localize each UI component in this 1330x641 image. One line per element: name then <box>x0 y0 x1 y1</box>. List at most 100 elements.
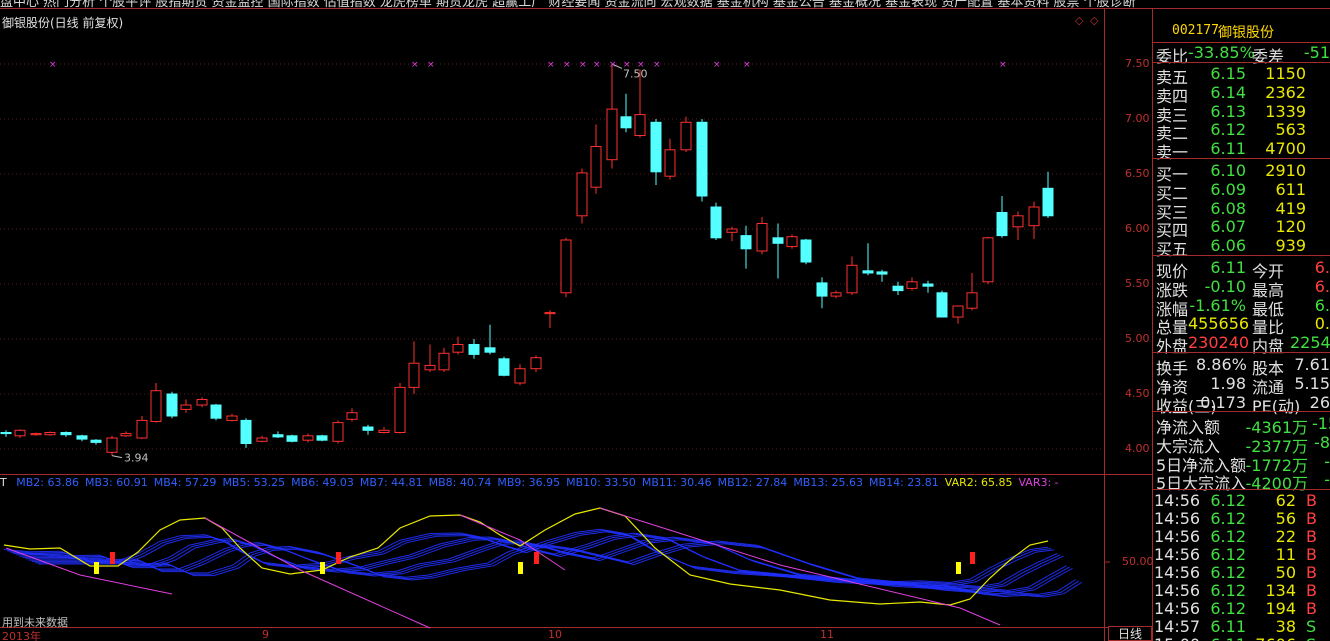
tick-row[interactable]: 14:56 6.12 194 B <box>1152 599 1330 618</box>
candle-down <box>800 239 812 263</box>
stock-name: 御银股份 <box>1218 25 1274 41</box>
fund-row: 收益(三) 0.173 PE(动) 26 <box>1152 392 1330 416</box>
tick-row[interactable]: 14:56 6.12 22 B <box>1152 527 1330 546</box>
candle-down <box>620 116 632 129</box>
stock-code: 002177 <box>1172 23 1219 38</box>
candle-up <box>44 432 56 436</box>
tick-price: 6.12 <box>1210 563 1246 582</box>
tick-row[interactable]: 14:56 6.12 62 B <box>1152 491 1330 510</box>
buy-level-row: 买三 6.08 419 <box>1152 199 1330 222</box>
mb-band-line <box>7 529 1052 585</box>
candle-down <box>650 121 662 173</box>
buy-signal-bar <box>94 562 99 574</box>
tick-volume: 50 <box>1275 563 1296 582</box>
low-mark-line <box>111 455 123 459</box>
candle-up <box>664 149 676 177</box>
sell-level-price: 6.13 <box>1210 101 1246 121</box>
tick-row[interactable]: 14:56 6.12 50 B <box>1152 563 1330 582</box>
candle-up <box>150 390 162 423</box>
tick-side: S <box>1306 635 1316 641</box>
candle-down <box>740 235 752 250</box>
stat-value: 6.11 <box>1210 258 1246 277</box>
indicator-value: MB5: 53.25 <box>222 476 286 489</box>
buy-level-row: 买五 6.06 939 <box>1152 236 1330 259</box>
candle-up <box>756 223 768 252</box>
candlestick-chart[interactable]: 7.50 3.94 × × × × × × × × × × × × × × <box>0 0 1152 641</box>
indicator-value: MB8: 40.74 <box>428 476 492 489</box>
stat-value-2: 2254 <box>1290 333 1330 353</box>
tick-price: 6.12 <box>1210 545 1246 564</box>
candle-up <box>14 429 26 437</box>
candle-up <box>846 264 858 294</box>
tick-row[interactable]: 15:00 6.11 7606 S <box>1152 635 1330 641</box>
price-tick-label: 5.00 <box>1125 332 1150 345</box>
date-tick-label: 2013年 <box>2 630 41 641</box>
tick-side: B <box>1306 527 1317 546</box>
candle-down <box>922 283 934 287</box>
price-tick-label: 7.50 <box>1125 57 1150 70</box>
candle-down <box>468 344 480 355</box>
tick-price: 6.12 <box>1210 599 1246 618</box>
candle-up <box>120 433 132 437</box>
indicator-value: VAR2: 65.85 <box>944 476 1013 489</box>
candle-down <box>498 358 510 376</box>
buy-level-row: 买四 6.07 120 <box>1152 217 1330 240</box>
indicator-prefix: T <box>0 476 7 489</box>
tick-side: B <box>1306 563 1317 582</box>
tick-price: 6.12 <box>1210 527 1246 546</box>
stat-row: 现价 6.11 今开 6. <box>1152 258 1330 281</box>
indicator-value: MB13: 25.63 <box>793 476 864 489</box>
candle-down <box>772 237 784 244</box>
indicator-value: MB10: 33.50 <box>566 476 636 489</box>
indicator-value: MB12: 27.84 <box>717 476 788 489</box>
tick-volume: 7606 <box>1250 635 1296 641</box>
sell-level-price: 6.14 <box>1210 82 1246 102</box>
tick-time: 14:56 <box>1154 509 1201 528</box>
stat-row: 总量 455656 量比 0. <box>1152 314 1330 337</box>
candle-down <box>710 206 722 239</box>
stat-label: 外盘 <box>1156 337 1189 357</box>
sep-buys <box>1152 255 1330 256</box>
flow-extra: -15 <box>1312 414 1330 433</box>
flow-row: 5日净流入额 -1772万 - <box>1152 452 1330 475</box>
fund-value-2: 26 <box>1309 392 1330 412</box>
period-tab-daily[interactable]: 日线 <box>1108 626 1152 641</box>
candle-up <box>394 386 406 433</box>
indicator-value: MB11: 30.46 <box>641 476 712 489</box>
candle-down <box>0 432 12 435</box>
candle-down <box>892 285 904 292</box>
sell-level-volume: 4700 <box>1265 139 1306 159</box>
indicator-value: MB9: 36.95 <box>497 476 561 489</box>
tick-row[interactable]: 14:56 6.12 56 B <box>1152 509 1330 528</box>
weicha-value: -51 <box>1303 43 1330 62</box>
price-tick-label: 4.00 <box>1125 442 1150 455</box>
tick-time: 14:56 <box>1154 563 1201 582</box>
sep-sells <box>1152 158 1330 159</box>
date-tick-label: 10 <box>548 628 562 641</box>
candle-up <box>408 362 420 388</box>
buy-level-volume: 611 <box>1275 179 1306 199</box>
candle-up <box>576 172 588 217</box>
candle-up <box>256 437 268 442</box>
sep-stats <box>1152 352 1330 353</box>
indicator-value: MB6: 49.03 <box>291 476 354 489</box>
flow-row: 净流入额-4361万-15 <box>1152 414 1330 437</box>
candle-up <box>952 305 964 318</box>
candle-down <box>936 292 948 318</box>
stat-label-2: 内盘 <box>1252 337 1285 357</box>
signal-marker: × <box>743 60 751 70</box>
tick-side: B <box>1306 491 1317 510</box>
tick-row[interactable]: 14:56 6.12 11 B <box>1152 545 1330 564</box>
sell-level-volume: 563 <box>1275 120 1306 140</box>
candle-down <box>862 270 874 274</box>
date-tick-label: 11 <box>820 628 834 641</box>
flow-row: 5日大宗流入 -4200万 - <box>1152 470 1330 493</box>
tick-row[interactable]: 14:56 6.12 134 B <box>1152 581 1330 600</box>
weibi-row: 委比 -33.85% 委差 -51 <box>1152 43 1330 66</box>
candle-up <box>180 404 192 410</box>
indicator-value: MB7: 44.81 <box>359 476 423 489</box>
tick-row[interactable]: 14:57 6.11 38 S <box>1152 617 1330 636</box>
candle-up <box>452 344 464 353</box>
fund-value: 1.98 <box>1210 373 1246 393</box>
stat-value-2: 6. <box>1314 276 1330 296</box>
